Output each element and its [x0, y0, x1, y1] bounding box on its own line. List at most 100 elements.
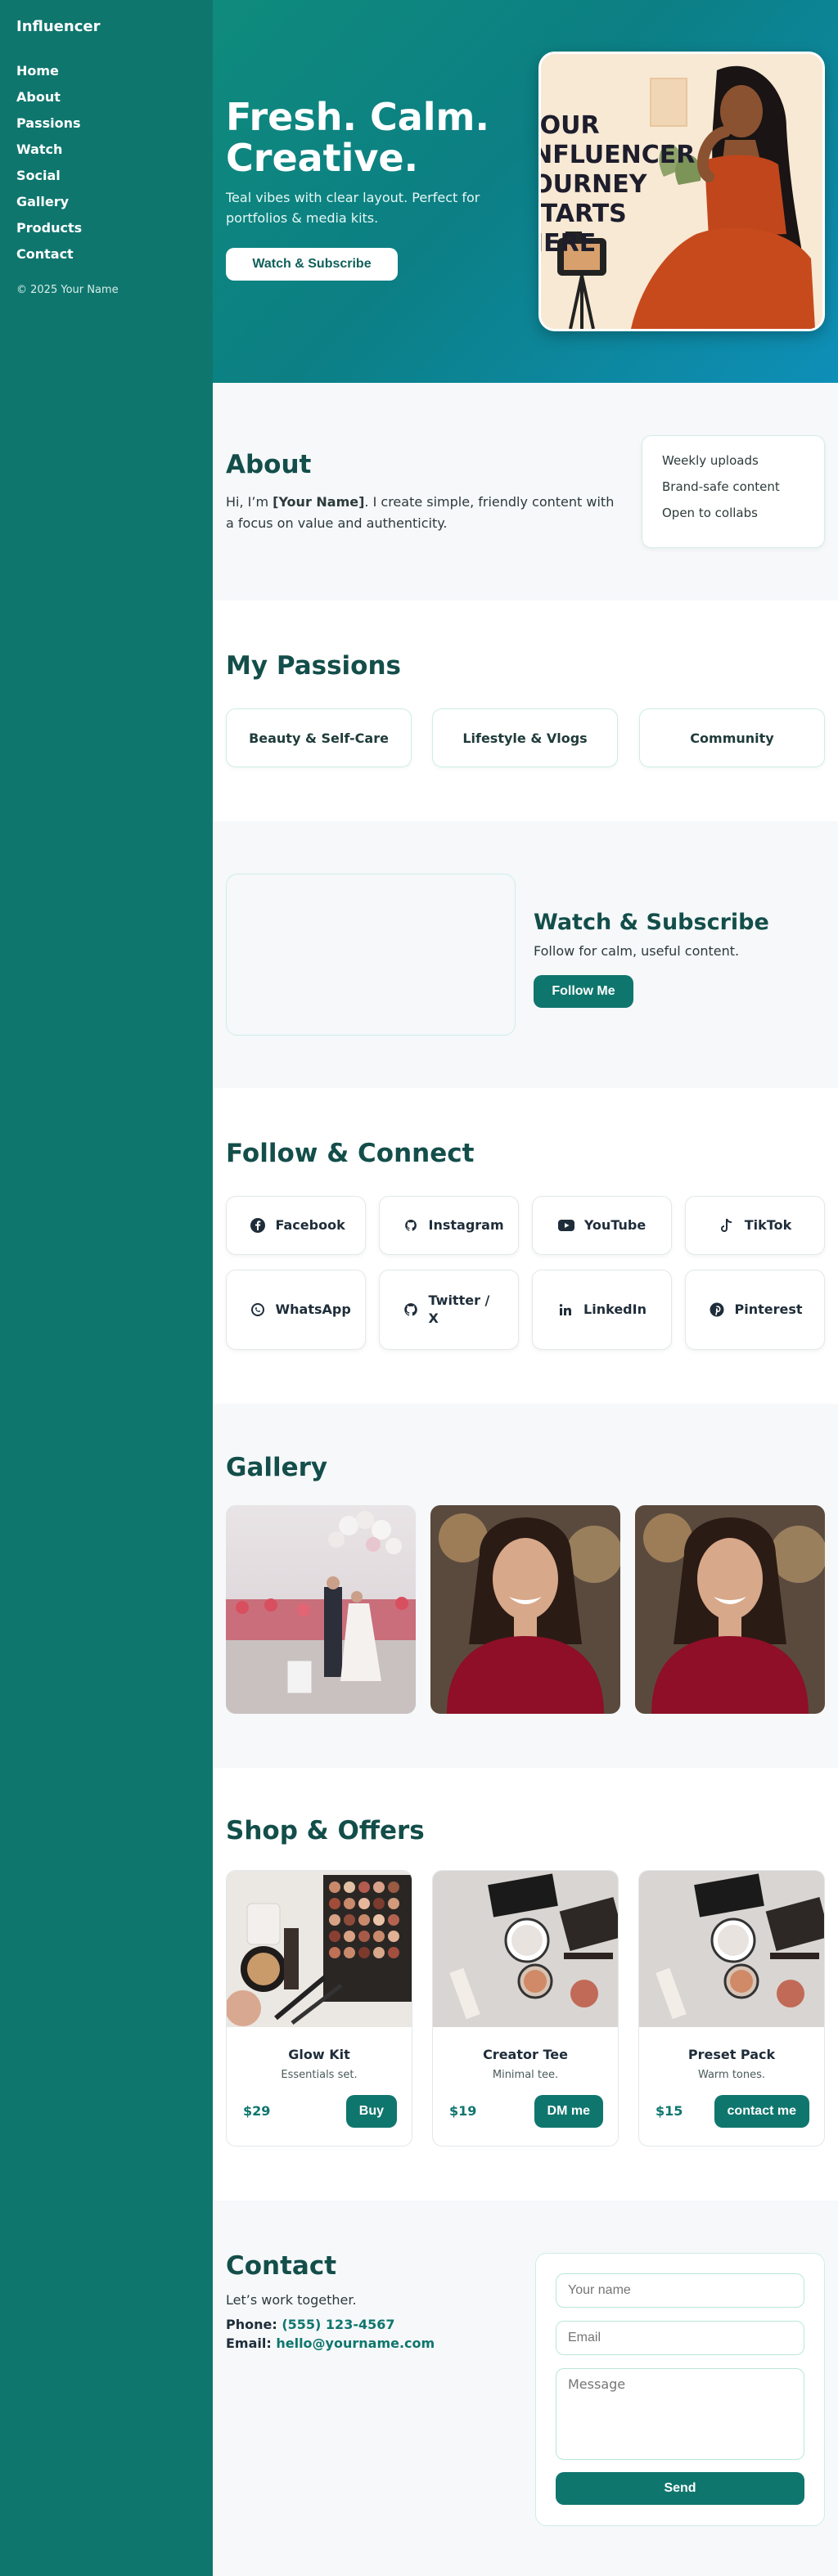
portrait-photo — [430, 1505, 620, 1714]
product-desc: Minimal tee. — [492, 2069, 559, 2081]
nav-home[interactable]: Home — [16, 58, 196, 84]
social-whatsapp[interactable]: WhatsApp — [226, 1270, 366, 1350]
social-label: Facebook — [275, 1217, 345, 1233]
social-title: Follow & Connect — [226, 1139, 475, 1168]
dm-me-button[interactable]: DM me — [534, 2095, 603, 2128]
gallery-image-wedding[interactable] — [226, 1505, 416, 1714]
email-link[interactable]: hello@yourname.com — [276, 2335, 435, 2351]
passion-card: Community — [639, 708, 825, 767]
watch-subscribe-button[interactable]: Watch & Subscribe — [226, 248, 398, 281]
social-tiktok[interactable]: TikTok — [685, 1196, 825, 1255]
follow-me-button[interactable]: Follow Me — [534, 975, 633, 1008]
social-facebook[interactable]: Facebook — [226, 1196, 366, 1255]
product-image — [433, 1871, 618, 2027]
social-label: Twitter / X — [428, 1292, 490, 1326]
contact-email: Email: hello@yourname.com — [226, 2335, 435, 2351]
social-linkedin[interactable]: LinkedIn — [532, 1270, 672, 1350]
pinterest-icon — [709, 1301, 725, 1318]
product-desc: Essentials set. — [281, 2069, 358, 2081]
watch-title: Watch & Subscribe — [534, 910, 769, 935]
social-twitter[interactable]: Twitter / X — [379, 1270, 519, 1350]
portrait-photo — [635, 1505, 825, 1714]
social-label: LinkedIn — [583, 1301, 647, 1317]
passion-card: Beauty & Self-Care — [226, 708, 412, 767]
hero-image-text: YOUR INFLUENCER JOURNEY STARTS HERE — [538, 111, 696, 258]
nav-watch[interactable]: Watch — [16, 137, 196, 163]
facebook-icon — [250, 1217, 266, 1234]
video-embed[interactable] — [226, 874, 516, 1036]
social-label: WhatsApp — [275, 1301, 351, 1317]
product-desc: Warm tones. — [697, 2069, 766, 2081]
about-title: About — [226, 450, 312, 479]
buy-button[interactable]: Buy — [345, 2095, 397, 2128]
highlight-item: Weekly uploads — [662, 453, 759, 468]
about-text: Hi, I’m [Your Name]. I create simple, fr… — [226, 492, 619, 534]
brand-logo[interactable]: Influencer — [16, 18, 196, 35]
wedding-photo — [226, 1505, 416, 1714]
send-button[interactable]: Send — [556, 2472, 804, 2505]
github-icon — [403, 1301, 419, 1318]
product-price: $19 — [449, 2103, 477, 2119]
linkedin-icon — [557, 1301, 574, 1318]
hero-subtitle: Teal vibes with clear layout. Perfect fo… — [226, 190, 480, 226]
phone-label: Phone: — [226, 2317, 277, 2332]
watch-subtitle: Follow for calm, useful content. — [534, 943, 740, 959]
passion-card: Lifestyle & Vlogs — [432, 708, 618, 767]
social-section: Follow & Connect Facebook Instagram YouT… — [213, 1088, 838, 1404]
product-price: $29 — [243, 2103, 271, 2119]
contact-me-button[interactable]: contact me — [714, 2095, 809, 2128]
tiktok-icon — [719, 1217, 735, 1234]
product-card: Glow Kit Essentials set. $29 Buy — [226, 1870, 412, 2147]
product-card: Creator Tee Minimal tee. $19 DM me — [432, 1870, 619, 2147]
product-price: $15 — [656, 2103, 683, 2119]
social-youtube[interactable]: YouTube — [532, 1196, 672, 1255]
highlight-item: Brand-safe content — [662, 479, 780, 494]
gallery-image-portrait-2[interactable] — [635, 1505, 825, 1714]
social-label: YouTube — [583, 1217, 647, 1233]
highlight-item: Open to collabs — [662, 506, 758, 520]
social-label: Pinterest — [734, 1301, 803, 1317]
about-name: [Your Name] — [273, 494, 365, 510]
shop-title: Shop & Offers — [226, 1816, 425, 1845]
sidebar-nav: Home About Passions Watch Social Gallery… — [16, 58, 196, 267]
hero-section: Fresh. Calm. Creative. Teal vibes with c… — [213, 0, 838, 383]
contact-title: Contact — [226, 2251, 337, 2281]
phone-link[interactable]: (555) 123-4567 — [282, 2317, 394, 2332]
main-content: Fresh. Calm. Creative. Teal vibes with c… — [213, 0, 838, 2576]
hero-title: Fresh. Calm. Creative. — [226, 95, 489, 180]
product-image — [639, 1871, 824, 2027]
nav-gallery[interactable]: Gallery — [16, 189, 196, 215]
youtube-icon — [557, 1217, 574, 1234]
contact-form: Send — [535, 2253, 825, 2526]
social-instagram[interactable]: Instagram — [379, 1196, 519, 1255]
nav-passions[interactable]: Passions — [16, 110, 196, 137]
passions-section: My Passions Beauty & Self-Care Lifestyle… — [213, 600, 838, 821]
whatsapp-icon — [250, 1301, 266, 1318]
gallery-title: Gallery — [226, 1453, 328, 1482]
nav-social[interactable]: Social — [16, 163, 196, 189]
gallery-image-portrait-1[interactable] — [430, 1505, 620, 1714]
social-pinterest[interactable]: Pinterest — [685, 1270, 825, 1350]
about-section: About Hi, I’m [Your Name]. I create simp… — [213, 383, 838, 600]
product-name: Glow Kit — [288, 2047, 350, 2062]
highlights-card: Weekly uploads Brand-safe content Open t… — [642, 435, 825, 548]
product-image — [227, 1871, 412, 2027]
message-field[interactable] — [556, 2368, 804, 2460]
social-label: Instagram — [428, 1217, 504, 1233]
contact-subtitle: Let’s work together. — [226, 2292, 357, 2308]
nav-about[interactable]: About — [16, 84, 196, 110]
about-text-prefix: Hi, I’m — [226, 494, 273, 510]
gallery-section: Gallery — [213, 1404, 838, 1768]
instagram-icon — [403, 1217, 419, 1234]
copyright: © 2025 Your Name — [16, 284, 119, 296]
name-field[interactable] — [556, 2273, 804, 2308]
email-field[interactable] — [556, 2321, 804, 2355]
product-name: Preset Pack — [687, 2047, 776, 2062]
shop-section: Shop & Offers Glow Kit Essentials set. $… — [213, 1768, 838, 2201]
nav-contact[interactable]: Contact — [16, 241, 196, 267]
contact-phone: Phone: (555) 123-4567 — [226, 2317, 395, 2332]
product-card: Preset Pack Warm tones. $15 contact me — [638, 1870, 825, 2147]
passions-title: My Passions — [226, 651, 402, 681]
nav-products[interactable]: Products — [16, 215, 196, 241]
hero-image: YOUR INFLUENCER JOURNEY STARTS HERE — [538, 52, 825, 331]
